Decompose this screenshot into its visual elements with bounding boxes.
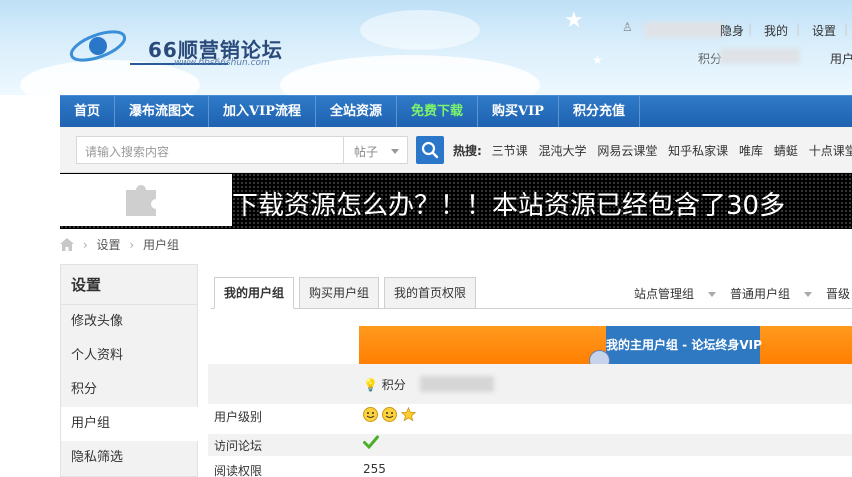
hot-term[interactable]: 网易云课堂 bbox=[597, 144, 657, 158]
hot-search-label: 热搜: bbox=[453, 144, 482, 158]
row-label: 访问论坛 bbox=[214, 439, 263, 453]
main-usergroup-cell: 我的主用户组 - 论坛终身VIP bbox=[606, 326, 762, 364]
hot-term[interactable]: 十点课堂 bbox=[809, 144, 852, 158]
site-header: ★ ★ 66顺营销论坛 www.bbs66shun.com ♙ 隐身 | 我的 … bbox=[0, 0, 852, 95]
hot-search: 热搜: 三节课 混沌大学 网易云课堂 知乎私家课 唯库 蜻蜓 十点课堂 插 bbox=[453, 142, 852, 159]
nav-item-waterfall[interactable]: 瀑布流图文 bbox=[115, 96, 210, 128]
points-redacted bbox=[420, 376, 494, 392]
upgrade-group-dropdown[interactable]: 晋级 bbox=[826, 285, 850, 302]
sidebar-item-privacy[interactable]: 隐私筛选 bbox=[61, 441, 197, 475]
points-label: 积分 bbox=[381, 378, 406, 392]
nav-item-join-vip[interactable]: 加入VIP流程 bbox=[209, 96, 316, 128]
nav-item-all-resources[interactable]: 全站资源 bbox=[316, 96, 397, 128]
hot-term[interactable]: 三节课 bbox=[492, 144, 528, 158]
sidebar-item-profile[interactable]: 个人资料 bbox=[61, 339, 197, 373]
star-decoration-icon: ★ bbox=[592, 53, 603, 67]
banner-image-placeholder bbox=[60, 174, 232, 226]
invisible-link[interactable]: 隐身 bbox=[720, 22, 744, 39]
nav-item-home[interactable]: 首页 bbox=[60, 96, 116, 128]
search-icon bbox=[421, 141, 439, 159]
puzzle-icon bbox=[126, 185, 156, 216]
search-bar: 请输入搜索内容 帖子 热搜: 三节课 混沌大学 网易云课堂 知乎私家课 唯库 蜻… bbox=[60, 127, 852, 173]
breadcrumb: › 设置 › 用户组 bbox=[60, 236, 179, 256]
settings-sidebar: 设置 修改头像 个人资料 积分 用户组 隐私筛选 bbox=[60, 264, 198, 477]
level-icons bbox=[363, 406, 416, 425]
usergroup-tabs: 我的用户组 购买用户组 我的首页权限 站点管理组 普通用户组 晋级 bbox=[211, 277, 852, 309]
normal-group-label: 普通用户组 bbox=[730, 287, 791, 301]
user-icon: ♙ bbox=[622, 20, 633, 34]
points-row: 💡 积分 bbox=[208, 364, 852, 404]
chevron-down-icon bbox=[391, 149, 399, 154]
sidebar-title: 设置 bbox=[61, 265, 197, 305]
admin-group-dropdown[interactable]: 站点管理组 bbox=[634, 285, 717, 302]
check-value bbox=[363, 435, 379, 452]
search-button[interactable] bbox=[416, 136, 444, 164]
hot-term[interactable]: 蜻蜓 bbox=[774, 144, 798, 158]
hot-term[interactable]: 知乎私家课 bbox=[668, 144, 728, 158]
row-label: 用户级别 bbox=[214, 410, 263, 424]
mine-link[interactable]: 我的 bbox=[764, 22, 788, 39]
logo-url: www.bbs66shun.com bbox=[174, 58, 270, 68]
star-icon bbox=[400, 406, 416, 422]
tab-homepage-permission[interactable]: 我的首页权限 bbox=[384, 277, 477, 309]
points-redacted bbox=[720, 48, 800, 64]
user-area: ♙ 隐身 | 我的 | 设置 | 积分 用户 bbox=[620, 20, 852, 68]
breadcrumb-separator: › bbox=[82, 237, 88, 252]
nav-item-recharge[interactable]: 积分充值 bbox=[559, 96, 640, 128]
smiley-icon bbox=[381, 407, 397, 422]
home-icon[interactable] bbox=[60, 238, 74, 251]
hot-term[interactable]: 唯库 bbox=[739, 144, 763, 158]
breadcrumb-separator: › bbox=[129, 237, 135, 252]
hot-term[interactable]: 混沌大学 bbox=[538, 144, 586, 158]
divider: | bbox=[844, 22, 849, 36]
check-icon bbox=[363, 435, 379, 450]
sidebar-item-avatar[interactable]: 修改头像 bbox=[61, 305, 197, 339]
cloud-decoration bbox=[280, 55, 540, 95]
row-label: 阅读权限 bbox=[214, 464, 263, 477]
tab-my-usergroup[interactable]: 我的用户组 bbox=[214, 277, 295, 309]
bulb-icon: 💡 bbox=[363, 378, 378, 392]
search-input[interactable]: 请输入搜索内容 bbox=[76, 136, 344, 164]
admin-group-label: 站点管理组 bbox=[634, 287, 695, 301]
divider: | bbox=[748, 22, 753, 36]
points-link[interactable]: 积分 bbox=[698, 50, 722, 67]
read-permission-value: 255 bbox=[363, 462, 386, 476]
points-value: 💡 积分 bbox=[363, 376, 406, 393]
divider: | bbox=[796, 22, 801, 36]
breadcrumb-usergroup[interactable]: 用户组 bbox=[143, 236, 179, 253]
normal-group-dropdown[interactable]: 普通用户组 bbox=[730, 285, 813, 302]
table-row: 用户级别 bbox=[208, 406, 852, 430]
banner-text: 下载资源怎么办？！！本站资源已经包含了30多 bbox=[232, 191, 786, 221]
announcement-banner[interactable]: 下载资源怎么办？！！本站资源已经包含了30多 bbox=[60, 173, 852, 229]
chevron-down-icon bbox=[708, 292, 717, 297]
nav-item-buy-vip[interactable]: 购买VIP bbox=[478, 96, 559, 128]
users-link[interactable]: 用户 bbox=[830, 50, 852, 67]
table-row: 访问论坛 bbox=[208, 434, 852, 456]
main-nav: 首页 瀑布流图文 加入VIP流程 全站资源 免费下载 购买VIP 积分充值 bbox=[60, 95, 852, 128]
table-row: 阅读权限 255 bbox=[208, 462, 852, 477]
nav-item-free-download[interactable]: 免费下载 bbox=[397, 96, 479, 128]
sidebar-item-points[interactable]: 积分 bbox=[61, 373, 197, 407]
upgrade-group-label: 晋级 bbox=[826, 287, 851, 301]
smiley-icon bbox=[363, 407, 378, 422]
cloud-decoration bbox=[360, 10, 480, 50]
star-decoration-icon: ★ bbox=[564, 8, 584, 33]
sidebar-item-usergroup[interactable]: 用户组 bbox=[61, 407, 198, 441]
search-scope-select[interactable]: 帖子 bbox=[344, 136, 408, 164]
breadcrumb-settings[interactable]: 设置 bbox=[96, 236, 120, 253]
username-redacted bbox=[644, 22, 724, 38]
search-scope-label: 帖子 bbox=[354, 145, 379, 159]
tab-buy-usergroup[interactable]: 购买用户组 bbox=[299, 277, 380, 309]
settings-link[interactable]: 设置 bbox=[812, 22, 836, 39]
chevron-down-icon bbox=[804, 292, 813, 297]
